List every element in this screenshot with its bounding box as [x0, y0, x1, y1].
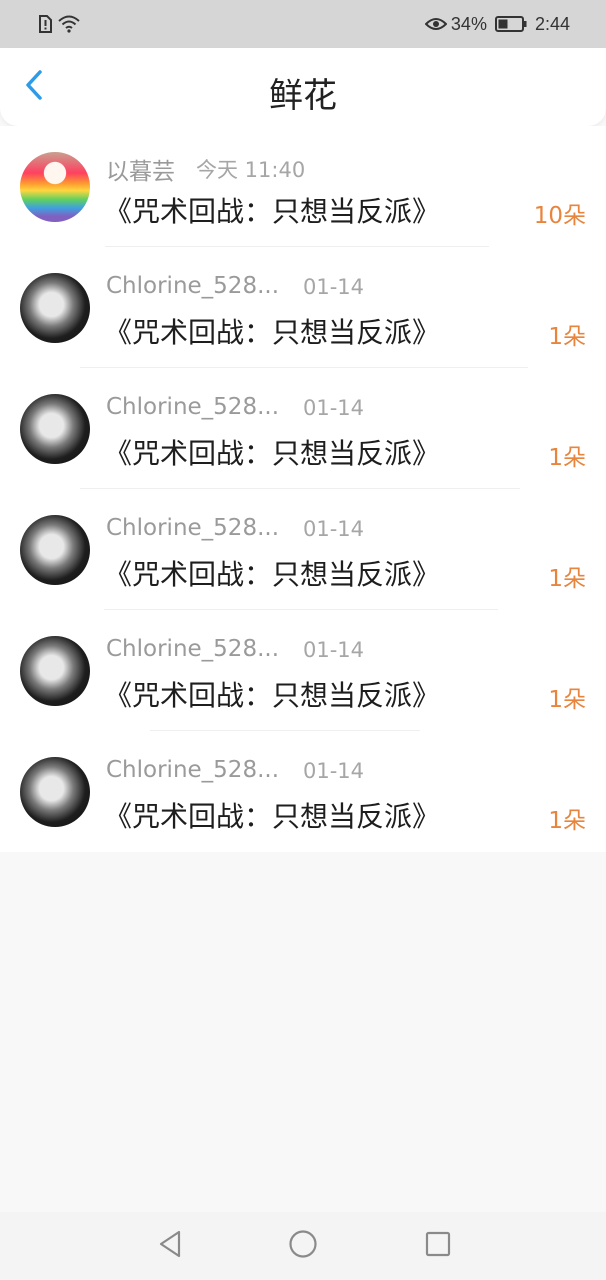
flower-record-list: 以暮芸 今天 11:40 《咒术回战：只想当反派》 10朵 Chlorine_5… [0, 126, 606, 852]
page-title: 鲜花 [269, 76, 337, 116]
user-name: Chlorine_528... [106, 515, 280, 541]
list-item[interactable]: 以暮芸 今天 11:40 《咒术回战：只想当反派》 10朵 [0, 126, 606, 247]
timestamp: 01-14 [303, 759, 365, 783]
avatar[interactable] [20, 757, 90, 827]
battery-icon [494, 16, 527, 32]
book-title[interactable]: 《咒术回战：只想当反派》 [104, 795, 440, 835]
status-bar: 34% 2:44 [0, 0, 606, 48]
user-name: Chlorine_528... [106, 636, 280, 662]
timestamp: 今天 11:40 [196, 158, 306, 182]
flower-count: 1朵 [548, 445, 586, 471]
square-recents-icon [424, 1230, 452, 1262]
book-title[interactable]: 《咒术回战：只想当反派》 [104, 674, 440, 714]
book-title[interactable]: 《咒术回战：只想当反派》 [104, 432, 440, 472]
flower-count: 1朵 [548, 687, 586, 713]
nav-home-button[interactable] [283, 1228, 323, 1264]
sim-alert-icon [38, 15, 52, 33]
app-header: 鲜花 [0, 48, 606, 126]
flower-count: 10朵 [533, 203, 586, 229]
book-title[interactable]: 《咒术回战：只想当反派》 [104, 190, 440, 230]
list-item[interactable]: Chlorine_528... 01-14 《咒术回战：只想当反派》 1朵 [0, 368, 606, 489]
list-item[interactable]: Chlorine_528... 01-14 《咒术回战：只想当反派》 1朵 [0, 610, 606, 731]
user-name: Chlorine_528... [106, 757, 280, 783]
list-item[interactable]: Chlorine_528... 01-14 《咒术回战：只想当反派》 1朵 [0, 731, 606, 852]
timestamp: 01-14 [303, 275, 365, 299]
flower-count: 1朵 [548, 566, 586, 592]
list-item[interactable]: Chlorine_528... 01-14 《咒术回战：只想当反派》 1朵 [0, 489, 606, 610]
user-name: 以暮芸 [106, 159, 175, 185]
avatar[interactable] [20, 636, 90, 706]
triangle-back-icon [157, 1229, 183, 1263]
timestamp: 01-14 [303, 396, 365, 420]
book-title[interactable]: 《咒术回战：只想当反派》 [104, 553, 440, 593]
nav-back-button[interactable] [150, 1228, 190, 1264]
avatar[interactable] [20, 515, 90, 585]
nav-recents-button[interactable] [418, 1228, 458, 1264]
list-item[interactable]: Chlorine_528... 01-14 《咒术回战：只想当反派》 1朵 [0, 247, 606, 368]
timestamp: 01-14 [303, 517, 365, 541]
timestamp: 01-14 [303, 638, 365, 662]
system-nav-bar [0, 1212, 606, 1280]
avatar[interactable] [20, 273, 90, 343]
wifi-icon [58, 15, 80, 33]
flower-count: 1朵 [548, 324, 586, 350]
eye-icon [424, 16, 447, 32]
circle-home-icon [288, 1229, 318, 1263]
battery-percent: 34% [450, 13, 487, 34]
clock: 2:44 [534, 13, 570, 34]
avatar[interactable] [20, 152, 90, 222]
book-title[interactable]: 《咒术回战：只想当反派》 [104, 311, 440, 351]
avatar[interactable] [20, 394, 90, 464]
user-name: Chlorine_528... [106, 394, 280, 420]
flower-count: 1朵 [548, 808, 586, 834]
user-name: Chlorine_528... [106, 273, 280, 299]
